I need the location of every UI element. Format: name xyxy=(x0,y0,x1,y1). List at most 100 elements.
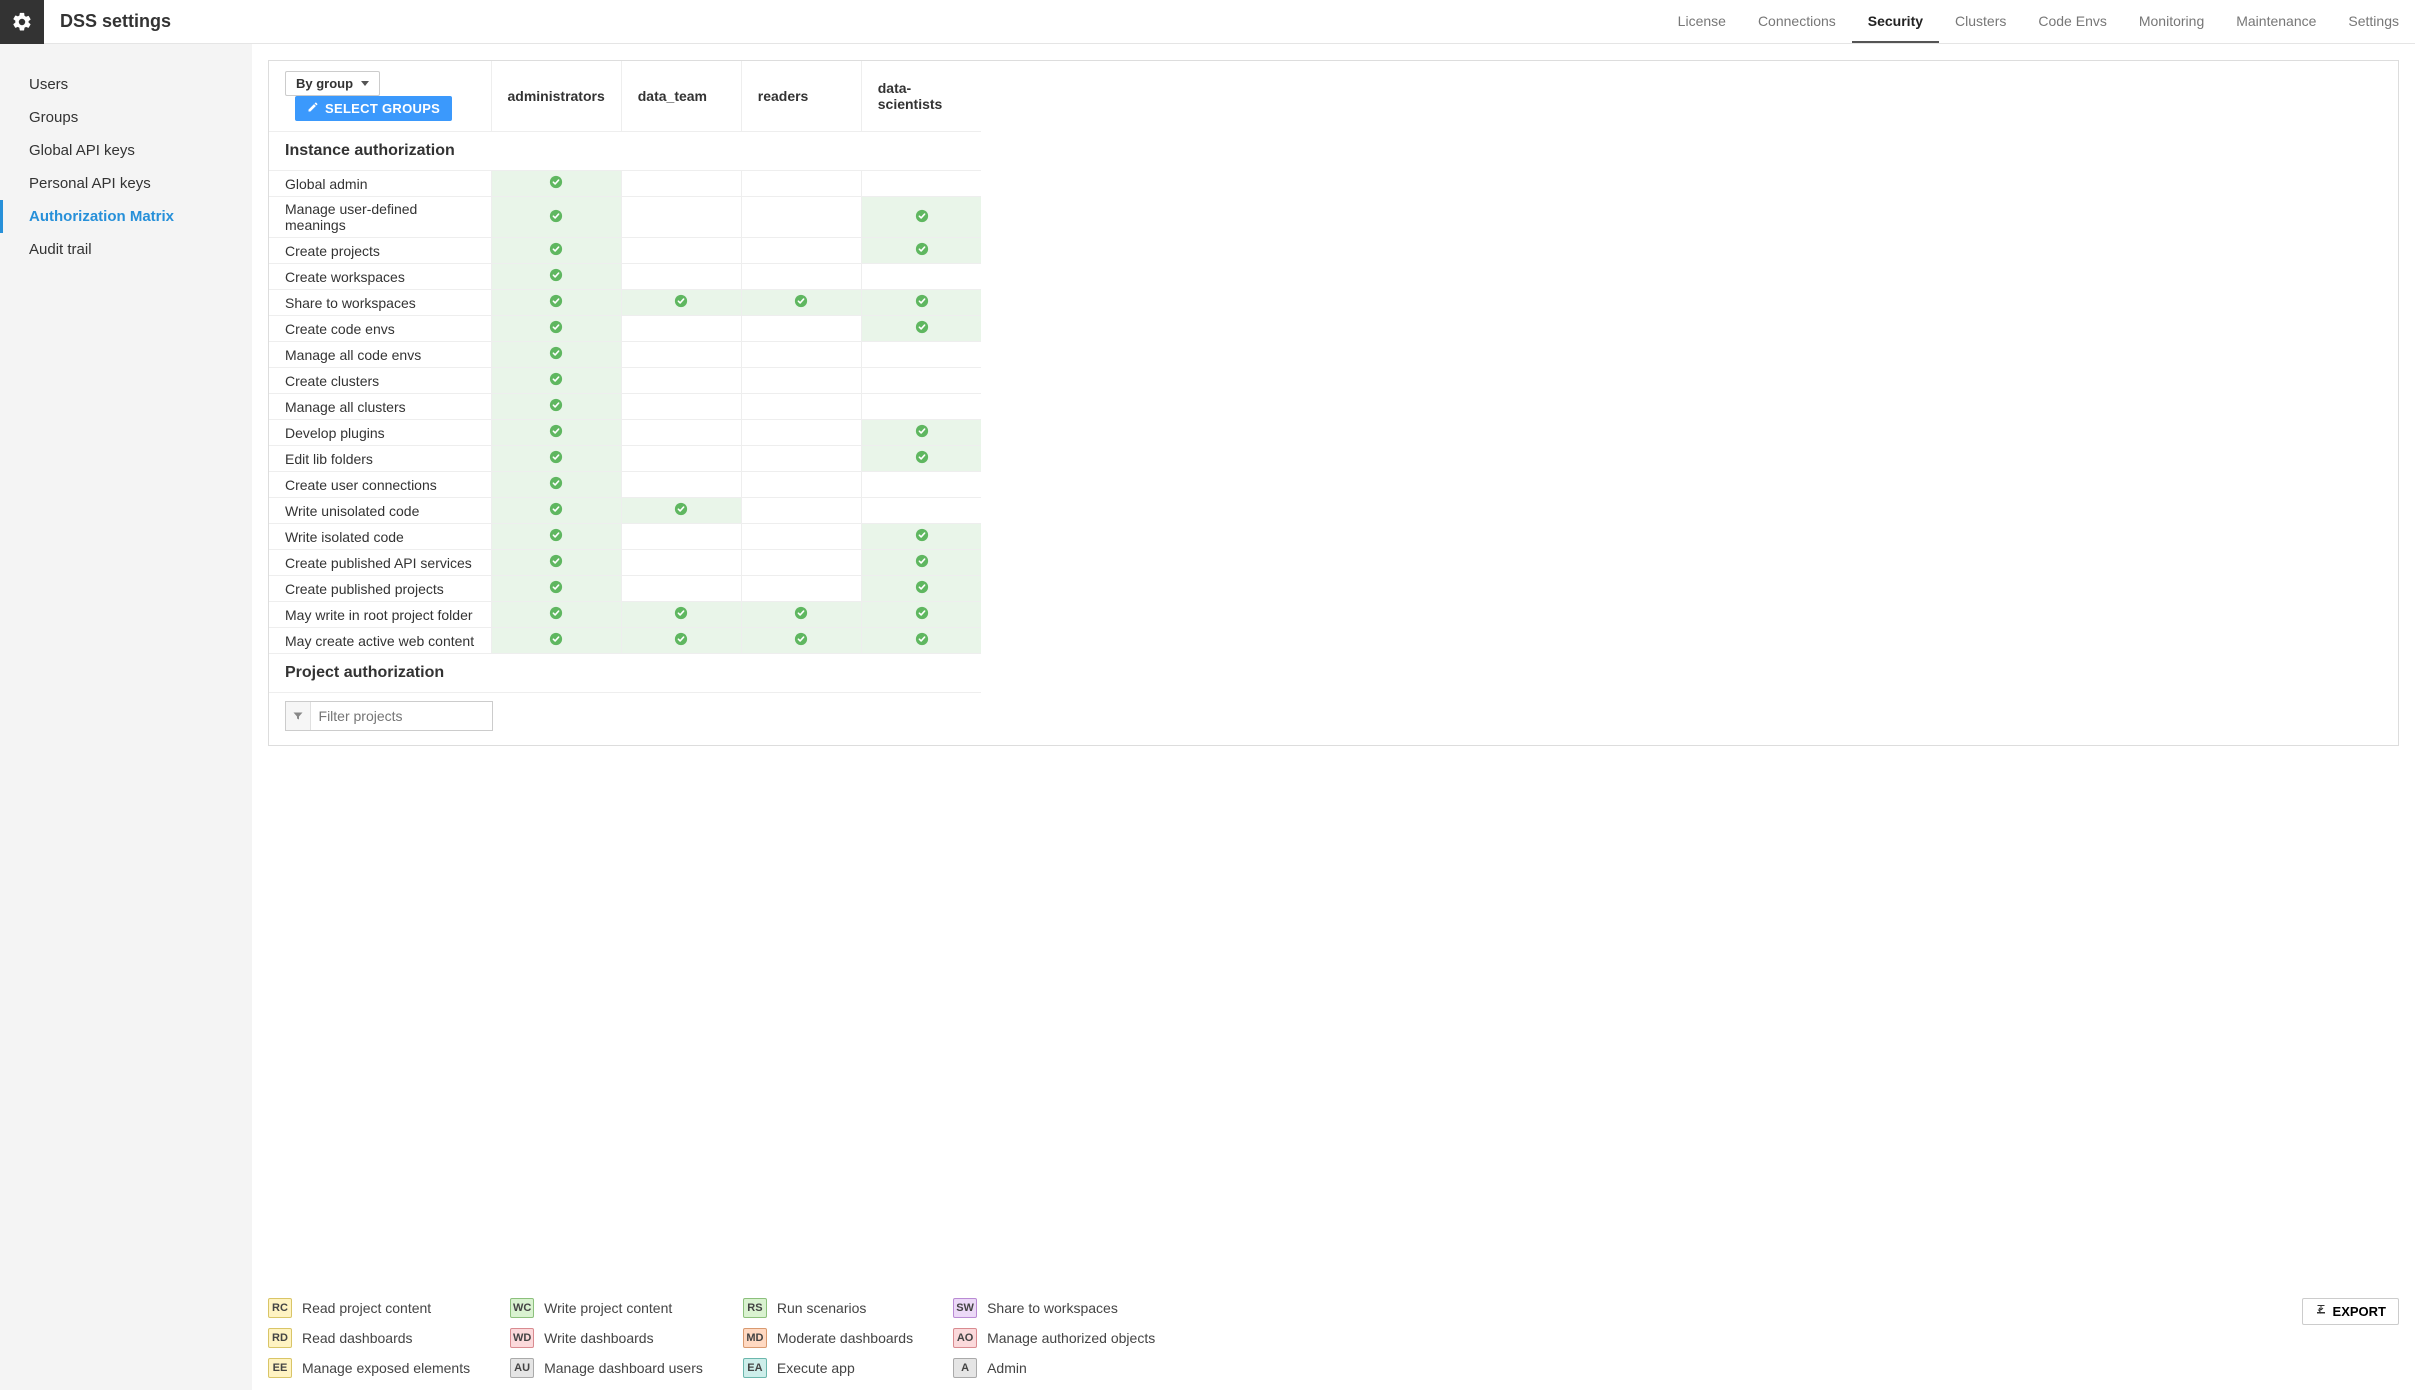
perm-label: Create user connections xyxy=(269,472,491,498)
perm-cell xyxy=(621,264,741,290)
check-circle-icon xyxy=(549,632,563,646)
perm-cell xyxy=(621,342,741,368)
perm-cell xyxy=(741,472,861,498)
perm-row: Write unisolated code xyxy=(269,498,981,524)
perm-label: Edit lib folders xyxy=(269,446,491,472)
check-circle-icon xyxy=(549,242,563,256)
perm-row: Share to workspaces xyxy=(269,290,981,316)
perm-label: May write in root project folder xyxy=(269,602,491,628)
check-circle-icon xyxy=(915,320,929,334)
nav-security[interactable]: Security xyxy=(1852,0,1939,43)
perm-cell xyxy=(621,524,741,550)
perm-label: Develop plugins xyxy=(269,420,491,446)
perm-label: Create projects xyxy=(269,238,491,264)
perm-cell xyxy=(741,342,861,368)
check-circle-icon xyxy=(549,268,563,282)
legend-item-wd: WDWrite dashboards xyxy=(510,1328,703,1348)
nav-code-envs[interactable]: Code Envs xyxy=(2022,0,2122,43)
check-circle-icon xyxy=(794,294,808,308)
filter-projects-input[interactable] xyxy=(311,702,492,730)
group-header: administrators xyxy=(491,61,621,132)
perm-cell xyxy=(491,524,621,550)
perm-cell xyxy=(741,446,861,472)
legend-column: RCRead project contentRDRead dashboardsE… xyxy=(268,1298,470,1378)
sidebar: UsersGroupsGlobal API keysPersonal API k… xyxy=(0,44,252,1390)
nav-monitoring[interactable]: Monitoring xyxy=(2123,0,2220,43)
perm-cell xyxy=(621,316,741,342)
legend-badge: AO xyxy=(953,1328,977,1348)
perm-cell xyxy=(861,602,981,628)
perm-label: Manage all clusters xyxy=(269,394,491,420)
group-header: data_team xyxy=(621,61,741,132)
nav-license[interactable]: License xyxy=(1662,0,1742,43)
check-circle-icon xyxy=(549,554,563,568)
export-button[interactable]: EXPORT xyxy=(2302,1298,2399,1325)
top-nav: LicenseConnectionsSecurityClustersCode E… xyxy=(1662,0,2415,43)
sidebar-item-global-api-keys[interactable]: Global API keys xyxy=(0,134,252,167)
check-circle-icon xyxy=(915,528,929,542)
nav-settings[interactable]: Settings xyxy=(2332,0,2415,43)
perm-row: Write isolated code xyxy=(269,524,981,550)
perm-cell xyxy=(491,368,621,394)
perm-cell xyxy=(741,602,861,628)
perm-cell xyxy=(491,550,621,576)
check-circle-icon xyxy=(549,580,563,594)
check-circle-icon xyxy=(674,632,688,646)
download-icon xyxy=(2315,1304,2327,1319)
pencil-icon xyxy=(307,101,319,116)
by-group-dropdown[interactable]: By group xyxy=(285,71,380,96)
legend-label: Manage authorized objects xyxy=(987,1330,1155,1346)
perm-cell xyxy=(861,550,981,576)
perm-cell xyxy=(861,197,981,238)
perm-cell xyxy=(491,446,621,472)
legend-badge: SW xyxy=(953,1298,977,1318)
legend-label: Admin xyxy=(987,1360,1027,1376)
group-header: data-scientists xyxy=(861,61,981,132)
check-circle-icon xyxy=(549,294,563,308)
legend-column: RSRun scenariosMDModerate dashboardsEAEx… xyxy=(743,1298,913,1378)
main-content: By group SELECT GROUPS administrators xyxy=(252,44,2415,1390)
perm-row: Create clusters xyxy=(269,368,981,394)
nav-maintenance[interactable]: Maintenance xyxy=(2220,0,2332,43)
section-project-auth: Project authorization xyxy=(269,654,981,693)
sidebar-item-personal-api-keys[interactable]: Personal API keys xyxy=(0,167,252,200)
sidebar-item-authorization-matrix[interactable]: Authorization Matrix xyxy=(0,200,252,233)
group-header: readers xyxy=(741,61,861,132)
perm-cell xyxy=(741,628,861,654)
by-group-label: By group xyxy=(296,76,353,91)
legend-label: Moderate dashboards xyxy=(777,1330,913,1346)
select-groups-button[interactable]: SELECT GROUPS xyxy=(295,96,452,121)
filter-projects[interactable] xyxy=(285,701,493,731)
legend-badge: A xyxy=(953,1358,977,1378)
legend-badge: WC xyxy=(510,1298,534,1318)
check-circle-icon xyxy=(674,606,688,620)
sidebar-item-audit-trail[interactable]: Audit trail xyxy=(0,233,252,266)
check-circle-icon xyxy=(549,424,563,438)
check-circle-icon xyxy=(549,175,563,189)
legend-item-rc: RCRead project content xyxy=(268,1298,470,1318)
perm-cell xyxy=(621,171,741,197)
check-circle-icon xyxy=(915,632,929,646)
perm-cell xyxy=(491,197,621,238)
perm-cell xyxy=(741,197,861,238)
gears-icon xyxy=(11,11,33,33)
sidebar-item-users[interactable]: Users xyxy=(0,68,252,101)
perm-row: Manage user-defined meanings xyxy=(269,197,981,238)
sidebar-item-groups[interactable]: Groups xyxy=(0,101,252,134)
perm-row: May write in root project folder xyxy=(269,602,981,628)
perm-label: Write unisolated code xyxy=(269,498,491,524)
check-circle-icon xyxy=(915,424,929,438)
nav-clusters[interactable]: Clusters xyxy=(1939,0,2022,43)
perm-row: Create published projects xyxy=(269,576,981,602)
perm-cell xyxy=(621,290,741,316)
perm-cell xyxy=(861,316,981,342)
perm-cell xyxy=(491,290,621,316)
legend-badge: RC xyxy=(268,1298,292,1318)
legend-item-a: A Admin xyxy=(953,1358,1155,1378)
app-logo[interactable] xyxy=(0,0,44,44)
nav-connections[interactable]: Connections xyxy=(1742,0,1852,43)
check-circle-icon xyxy=(915,554,929,568)
perm-cell xyxy=(621,472,741,498)
perm-label: Create clusters xyxy=(269,368,491,394)
auth-matrix-panel: By group SELECT GROUPS administrators xyxy=(268,60,2399,746)
